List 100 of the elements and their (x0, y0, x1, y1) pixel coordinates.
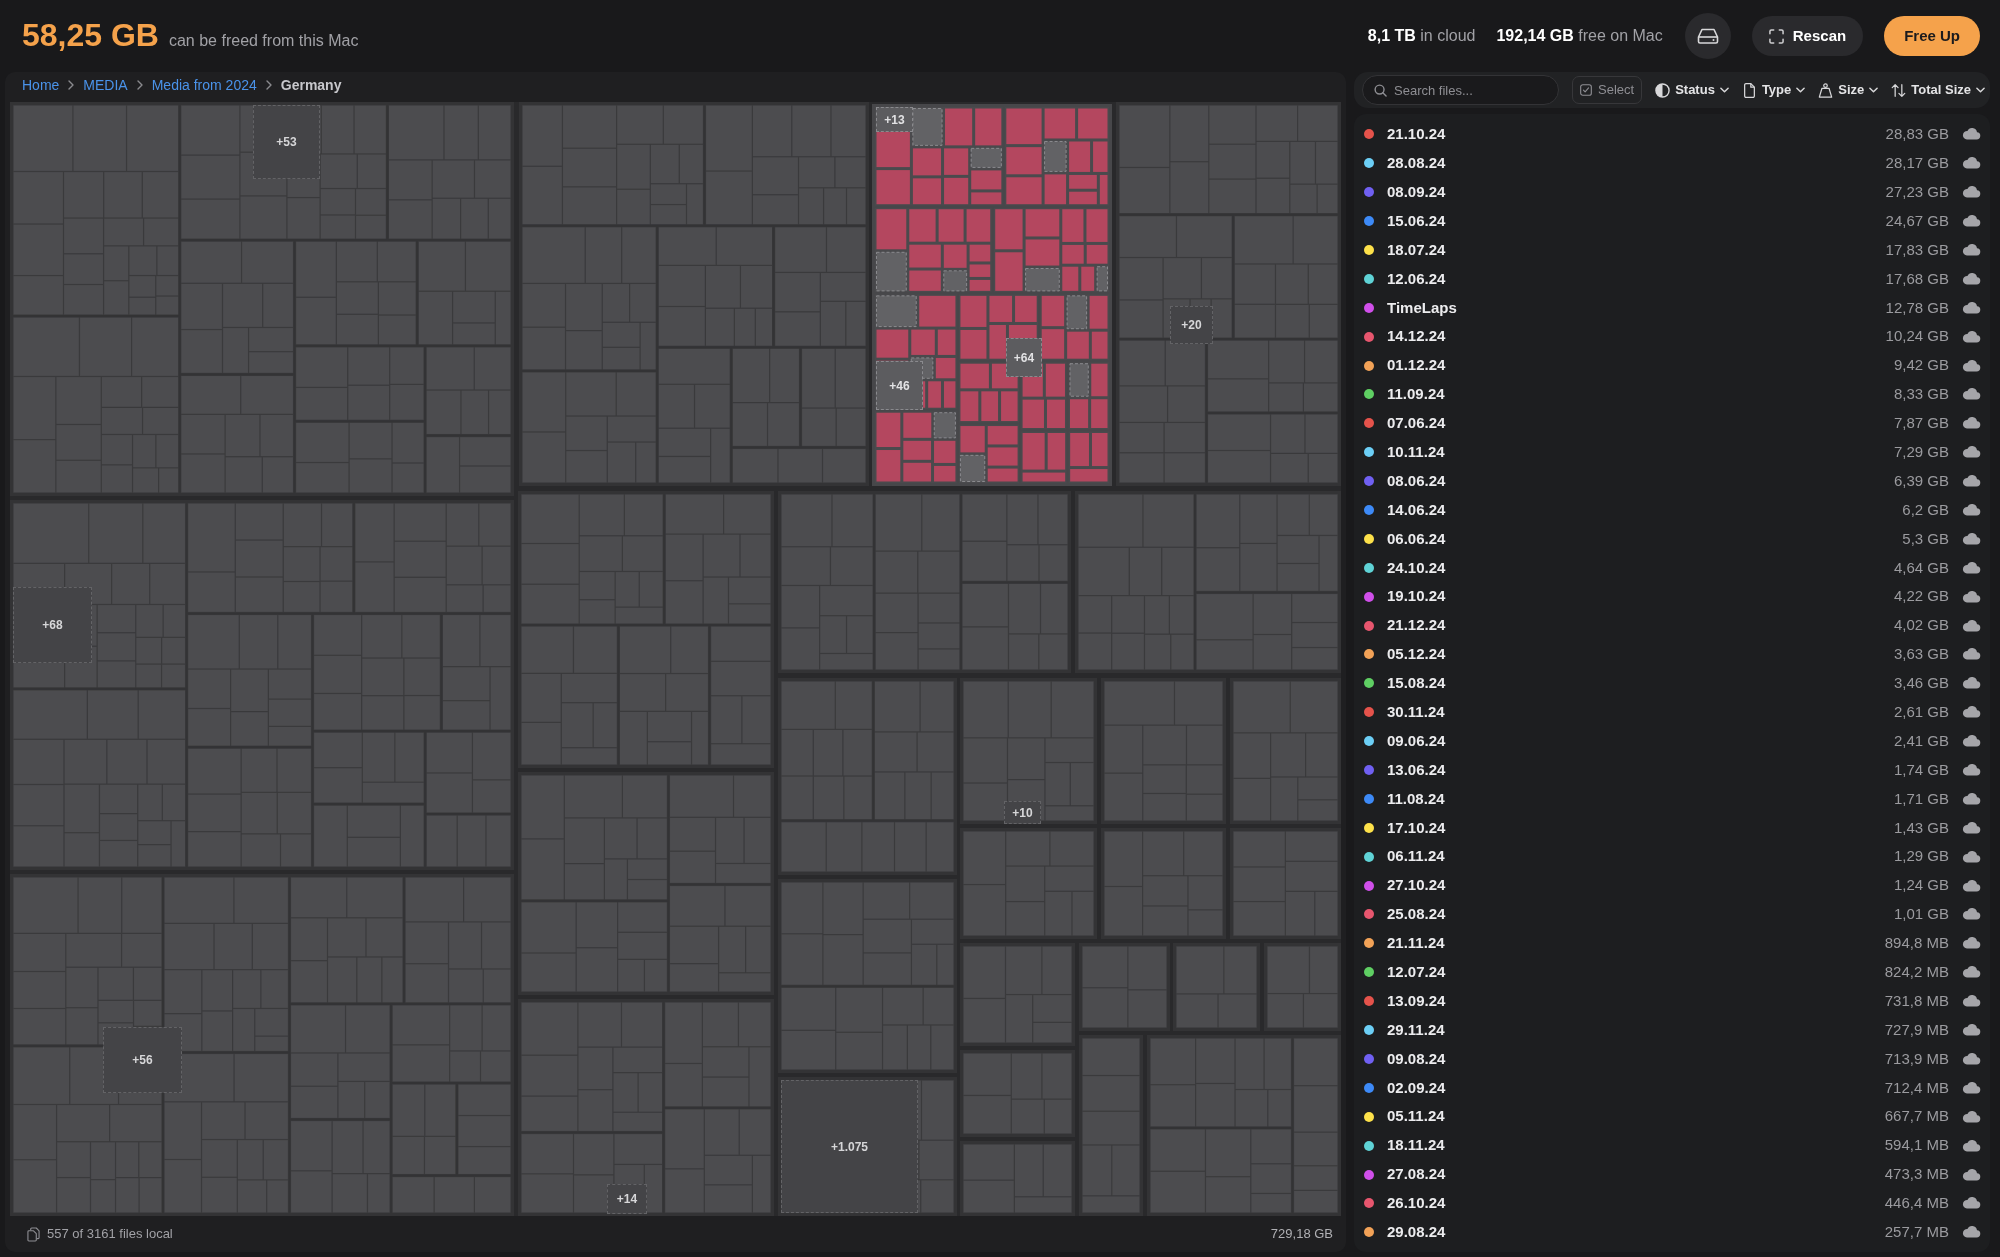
sort-arrows-icon (1891, 82, 1907, 98)
type-dropdown[interactable]: Type (1741, 76, 1806, 104)
file-size: 667,7 MB (1884, 1106, 1949, 1127)
file-size: 2,61 GB (1893, 702, 1949, 722)
file-name: 14.12.24 (1387, 326, 1446, 347)
file-name: 18.11.24 (1387, 1135, 1445, 1156)
folder-tile[interactable] (1264, 943, 1341, 1031)
total-size: 729,18 GB (1270, 1225, 1333, 1244)
cloud-icon (1962, 792, 1981, 805)
folder-tile[interactable] (518, 772, 774, 995)
file-name: 05.12.24 (1387, 644, 1446, 665)
cloud-icon (1962, 908, 1981, 921)
file-name: 01.12.24 (1387, 355, 1446, 376)
file-size: 24,67 GB (1885, 210, 1949, 231)
cloud-icon (1962, 1110, 1981, 1123)
sort-dropdown[interactable]: Total Size (1891, 76, 1985, 104)
chevron-right-icon (68, 80, 75, 90)
folder-tile[interactable] (1230, 678, 1341, 824)
file-name: 18.07.24 (1387, 239, 1446, 260)
cloud-icon (1962, 1081, 1981, 1094)
file-name: 11.09.24 (1387, 384, 1445, 405)
folder-tile[interactable] (518, 999, 774, 1216)
folder-tile[interactable] (519, 102, 869, 486)
free-up-button[interactable]: Free Up (1884, 16, 1980, 56)
cloud-icon (1962, 128, 1981, 141)
file-size: 473,3 MB (1884, 1164, 1949, 1185)
folder-tile[interactable] (872, 104, 1112, 486)
file-size: 10,24 GB (1885, 326, 1949, 347)
file-name: 24.10.24 (1387, 557, 1446, 578)
file-size: 713,9 MB (1884, 1048, 1949, 1069)
chevron-right-icon (136, 80, 143, 90)
folder-tile[interactable] (518, 491, 774, 768)
cloud-icon (1962, 561, 1981, 574)
folder-tile[interactable] (778, 678, 957, 875)
size-dropdown[interactable]: Size (1818, 76, 1879, 104)
file-size: 8,33 GB (1893, 384, 1949, 405)
file-size: 27,23 GB (1885, 181, 1949, 202)
breadcrumb-current: Germany (280, 75, 342, 95)
select-button[interactable]: Select (1572, 76, 1643, 104)
file-size: 712,4 MB (1884, 1077, 1949, 1098)
folder-tile[interactable] (960, 943, 1075, 1046)
folder-tile[interactable] (778, 879, 957, 1073)
folder-tile[interactable] (960, 1050, 1075, 1137)
file-size: 7,87 GB (1893, 413, 1949, 434)
folder-tile[interactable] (960, 678, 1097, 824)
folder-tile[interactable] (1079, 943, 1170, 1031)
cloud-icon (1962, 735, 1981, 748)
cloud-icon (1962, 301, 1981, 314)
folder-tile[interactable] (778, 491, 1071, 673)
cloud-icon (1962, 764, 1981, 777)
overflow-tile[interactable]: +10 (1004, 801, 1041, 824)
search-field[interactable]: Search files... (1362, 75, 1559, 105)
folder-tile[interactable] (10, 500, 514, 870)
breadcrumb-link[interactable]: Media from 2024 (151, 74, 257, 96)
file-name: 27.10.24 (1387, 875, 1446, 896)
overflow-tile[interactable]: +53 (253, 105, 320, 179)
file-size: 1,24 GB (1893, 875, 1949, 896)
chevron-right-icon (265, 80, 272, 90)
overflow-tile[interactable]: +20 (1170, 306, 1213, 344)
file-name: 21.12.24 (1387, 615, 1446, 636)
folder-tile[interactable] (1173, 943, 1260, 1031)
file-size: 727,9 MB (1884, 1019, 1949, 1040)
folder-tile[interactable] (1075, 491, 1341, 673)
folder-tile[interactable] (1101, 828, 1226, 939)
folder-tile[interactable] (1079, 1035, 1143, 1216)
overflow-tile[interactable]: +1.075 (781, 1080, 918, 1213)
overflow-tile[interactable]: +56 (103, 1027, 182, 1093)
drive-button[interactable] (1684, 13, 1731, 59)
folder-tile[interactable] (10, 102, 514, 496)
file-size: 17,83 GB (1885, 239, 1949, 260)
file-name: 10.11.24 (1387, 442, 1445, 462)
file-name: 13.06.24 (1387, 759, 1446, 780)
folder-tile[interactable] (960, 1141, 1075, 1216)
folder-tile[interactable] (1101, 678, 1226, 824)
file-size: 9,42 GB (1893, 355, 1949, 376)
cloud-icon (1962, 388, 1981, 401)
overflow-tile[interactable]: +68 (13, 587, 92, 663)
file-name: 02.09.24 (1387, 1077, 1446, 1098)
breadcrumb-link[interactable]: MEDIA (83, 74, 128, 96)
overflow-tile[interactable]: +64 (1006, 338, 1042, 377)
cloud-usage: 8,1 TB in cloud (1367, 26, 1476, 46)
folder-tile[interactable] (1116, 102, 1341, 486)
folder-tile[interactable] (960, 828, 1097, 939)
overflow-tile[interactable]: +14 (607, 1184, 647, 1214)
rescan-button[interactable]: Rescan (1751, 16, 1864, 56)
overflow-tile[interactable]: +13 (876, 107, 913, 132)
folder-tile[interactable] (10, 874, 514, 1216)
file-name: 26.10.24 (1387, 1193, 1446, 1214)
status-dropdown[interactable]: Status (1655, 76, 1729, 104)
folder-tile[interactable] (1230, 828, 1341, 939)
cloud-icon (1962, 215, 1981, 228)
cloud-icon (1962, 504, 1981, 516)
file-name: 09.06.24 (1387, 730, 1446, 751)
cloud-icon (1962, 850, 1981, 863)
local-files-count: 557 of 3161 files local (47, 1225, 173, 1244)
breadcrumb-link[interactable]: Home (22, 74, 60, 96)
cloud-icon (1962, 995, 1981, 1008)
file-size: 7,29 GB (1893, 442, 1949, 462)
overflow-tile[interactable]: +46 (876, 361, 923, 410)
folder-tile[interactable] (1147, 1035, 1341, 1216)
